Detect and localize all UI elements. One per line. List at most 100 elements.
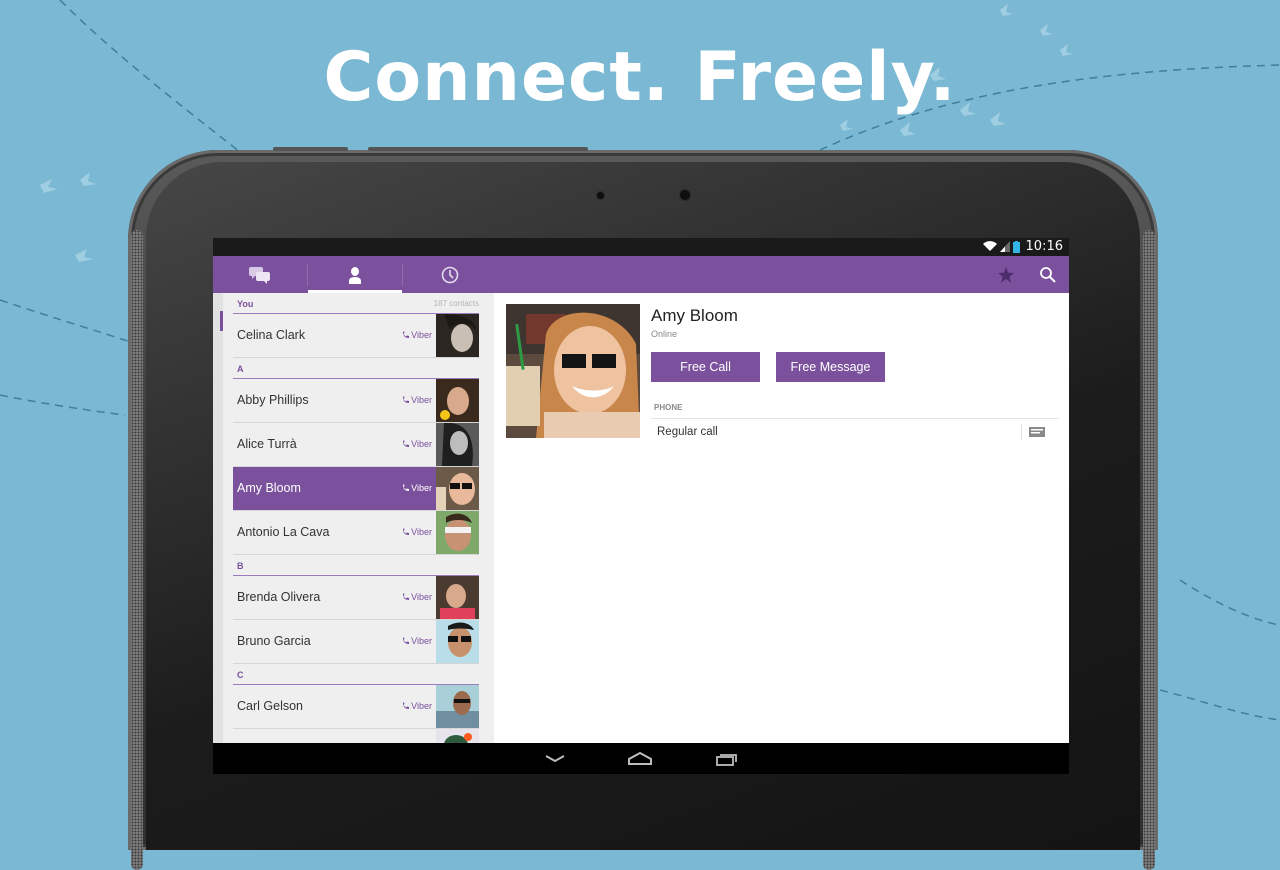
home-button[interactable] [626,751,654,767]
contact-row-abby-phillips[interactable]: Abby Phillips Viber [233,379,479,423]
avatar [436,729,479,743]
contact-name: Bruno Garcia [237,634,311,648]
viber-phone-icon [403,528,410,535]
regular-call-label: Regular call [657,426,718,438]
viber-badge: Viber [402,395,432,405]
viber-badge: Viber [402,636,432,646]
headline: Connect. Freely. [323,38,957,117]
viber-label: Viber [411,439,432,449]
tab-recents[interactable] [403,256,497,293]
clock-icon [441,266,459,283]
free-message-button[interactable]: Free Message [776,352,885,382]
battery-icon [1012,240,1020,253]
section-label: B [237,561,244,571]
avatar [436,379,479,422]
avatar [436,576,479,619]
viber-label: Viber [411,330,432,340]
phone-section-label: PHONE [654,403,683,412]
contacts-count: 187 contacts [433,299,479,308]
chevron-down-icon [545,755,565,763]
contact-row-bruno-garcia[interactable]: Bruno Garcia Viber [233,620,479,664]
contact-name: Amy Bloom [237,481,301,495]
contacts-list[interactable]: You 187 contacts Celina Clark Viber A Ab… [213,293,494,743]
power-button [368,147,588,151]
viber-phone-icon [403,702,410,709]
contact-photo [506,304,640,438]
contact-detail: Amy Bloom Online Free Call Free Message … [494,293,1069,743]
viber-badge: Viber [402,592,432,602]
search-button[interactable] [1037,264,1059,286]
viber-badge: Viber [402,483,432,493]
viber-label: Viber [411,636,432,646]
home-icon [628,752,652,765]
avatar [436,620,479,663]
contact-row-cecilia[interactable]: Cecilia T... [233,729,479,743]
tab-contacts[interactable] [308,256,402,293]
favorites-button[interactable] [995,264,1017,286]
viber-badge: Viber [402,439,432,449]
section-header-you: You 187 contacts [233,293,479,314]
front-camera [680,190,690,200]
contact-status: Online [651,329,678,339]
recent-apps-button[interactable] [713,751,741,767]
contact-row-carl-gelson[interactable]: Carl Gelson Viber [233,685,479,729]
contact-name: Antonio La Cava [237,525,330,539]
viber-badge: Viber [402,527,432,537]
contact-row-brenda-olivera[interactable]: Brenda Olivera Viber [233,576,479,620]
contact-name-title: Amy Bloom [651,306,738,325]
section-header-a: A [233,358,479,379]
contact-row-amy-bloom[interactable]: Amy Bloom Viber [233,467,479,511]
speaker-grille-left [131,230,143,870]
viber-badge: Viber [402,701,432,711]
contact-row-antonio-la-cava[interactable]: Antonio La Cava Viber [233,511,479,555]
volume-button [273,147,348,151]
message-icon[interactable] [1029,426,1045,438]
contact-name: Alice Turrà [237,437,297,451]
clock-time: 10:16 [1025,239,1063,254]
viber-phone-icon [403,593,410,600]
avatar [436,685,479,728]
free-call-button[interactable]: Free Call [651,352,760,382]
sensor [597,192,604,199]
viber-label: Viber [411,527,432,537]
back-button[interactable] [541,751,569,767]
viber-label: Viber [411,701,432,711]
viber-badge: Viber [402,330,432,340]
chat-bubbles-icon [249,266,270,284]
avatar [436,511,479,554]
viber-phone-icon [403,637,410,644]
navigation-bar [213,743,1069,774]
wifi-icon [982,241,997,251]
signal-icon [999,241,1010,252]
viber-label: Viber [411,483,432,493]
regular-call-row[interactable]: Regular call [651,419,1059,445]
person-icon [349,266,361,284]
viber-phone-icon [403,484,410,491]
star-icon [998,267,1014,283]
section-header-b: B [233,555,479,576]
speaker-grille-right [1143,230,1155,870]
tablet-screen: 10:16 You 187 contacts Celina Clark Vibe… [213,238,1069,774]
section-label: C [237,670,244,680]
viber-phone-icon [403,396,410,403]
contact-row-celina-clark[interactable]: Celina Clark Viber [233,314,479,358]
tab-chats[interactable] [213,256,307,293]
section-label: You [237,299,254,309]
action-bar [213,256,1069,293]
contact-name: Celina Clark [237,328,306,342]
status-bar: 10:16 [213,238,1069,256]
scroll-indicator[interactable] [220,311,223,331]
section-header-c: C [233,664,479,685]
viber-label: Viber [411,395,432,405]
viber-phone-icon [403,440,410,447]
viber-phone-icon [403,331,410,338]
contact-name: Abby Phillips [237,393,309,407]
contact-row-alice-turra[interactable]: Alice Turrà Viber [233,423,479,467]
divider [1021,424,1022,440]
contact-name: Brenda Olivera [237,590,321,604]
avatar [436,467,479,510]
viber-label: Viber [411,592,432,602]
avatar [436,423,479,466]
search-icon [1040,267,1056,283]
avatar [436,314,479,357]
